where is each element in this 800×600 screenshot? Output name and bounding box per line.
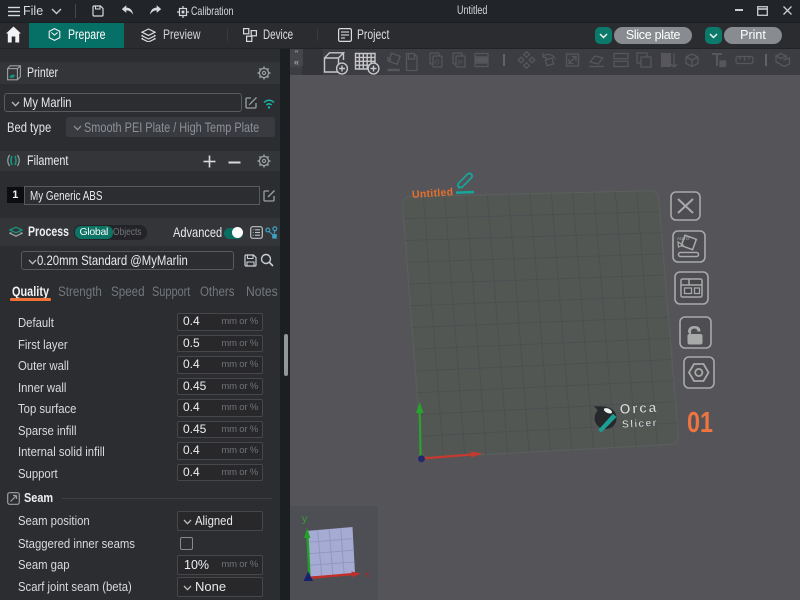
svg-text:AUTO: AUTO [677, 236, 690, 241]
svg-text:0: 0 [435, 58, 439, 67]
svg-text:Slicer: Slicer [622, 417, 658, 431]
svg-text:y: y [302, 513, 308, 525]
svg-text:P: P [458, 58, 463, 67]
svg-text:x: x [365, 568, 371, 580]
svg-text:Orca: Orca [619, 399, 658, 417]
svg-text:01: 01 [687, 407, 713, 439]
